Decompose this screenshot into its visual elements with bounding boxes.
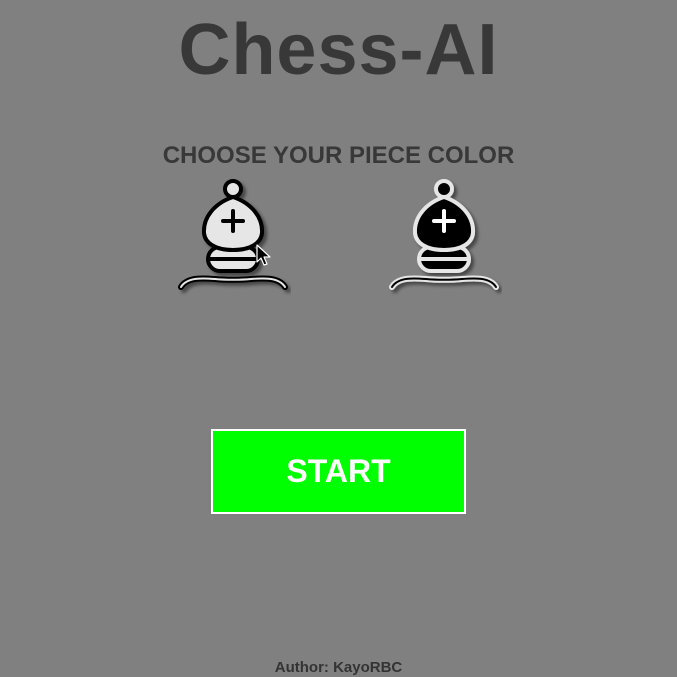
black-bishop-option[interactable] bbox=[386, 177, 502, 297]
white-bishop-option[interactable] bbox=[175, 177, 291, 297]
app-window: Chess-AI CHOOSE YOUR PIECE COLOR START A… bbox=[0, 0, 677, 677]
author-credit: Author: KayoRBC bbox=[274, 659, 403, 676]
app-title: Chess-AI bbox=[178, 10, 499, 90]
start-button[interactable]: START bbox=[211, 429, 466, 514]
white-bishop-icon bbox=[178, 179, 288, 290]
black-bishop-icon bbox=[389, 179, 499, 290]
choose-color-heading: CHOOSE YOUR PIECE COLOR bbox=[162, 142, 515, 169]
